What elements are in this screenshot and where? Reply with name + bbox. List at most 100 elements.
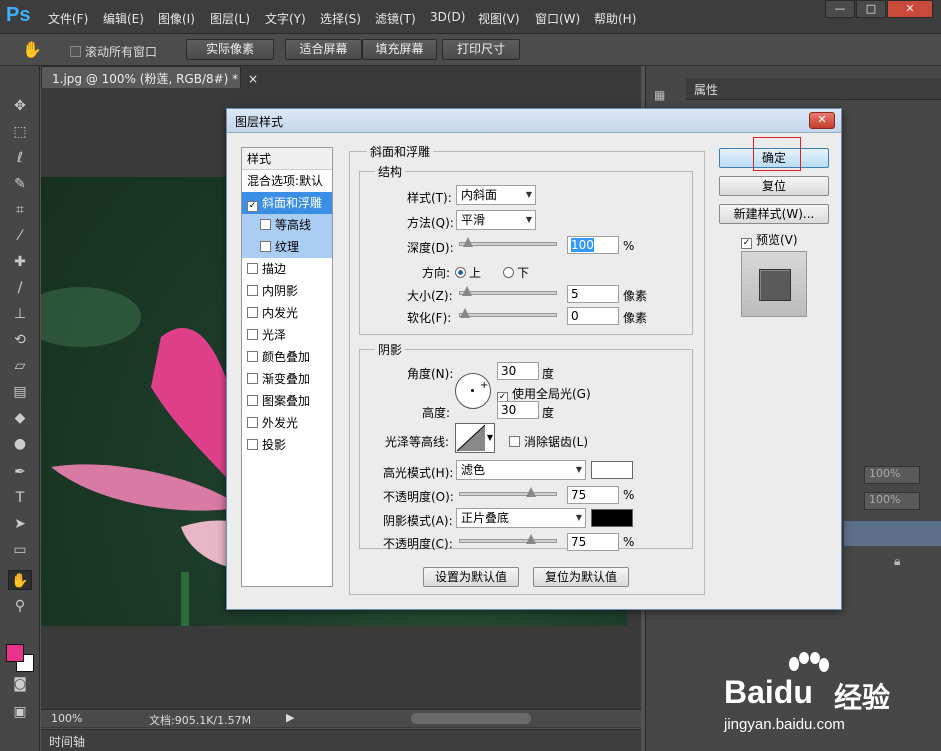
eraser-tool-icon[interactable]: ▱ [8, 356, 32, 376]
pen-tool-icon[interactable]: ✒ [8, 462, 32, 482]
menu-image[interactable]: 图像(I) [158, 10, 195, 27]
highlight-opacity-slider[interactable] [459, 487, 557, 497]
menu-help[interactable]: 帮助(H) [594, 10, 636, 27]
menu-view[interactable]: 视图(V) [478, 10, 520, 27]
zoom-tool-icon[interactable]: ⚲ [8, 596, 32, 616]
horizontal-scrollbar[interactable] [411, 713, 531, 724]
marquee-tool-icon[interactable]: ⬚ [8, 122, 32, 142]
close-window-button[interactable]: ✕ [887, 0, 933, 18]
shadow-opacity-input[interactable]: 75 [567, 533, 619, 551]
timeline-tab[interactable]: 时间轴 [49, 733, 85, 750]
styles-header[interactable]: 样式 [242, 148, 332, 170]
anti-aliased-checkbox[interactable]: 消除锯齿(L) [509, 433, 588, 450]
hand-tool-icon[interactable]: ✋ [22, 40, 42, 59]
menu-3d[interactable]: 3D(D) [430, 10, 465, 24]
restore-button[interactable]: □ [856, 0, 886, 18]
menu-type[interactable]: 文字(Y) [265, 10, 306, 27]
dialog-close-button[interactable]: ✕ [809, 112, 835, 129]
style-item[interactable]: 光泽 [242, 324, 332, 346]
altitude-input[interactable]: 30 [497, 401, 539, 419]
size-slider[interactable] [459, 286, 557, 296]
move-tool-icon[interactable]: ✥ [8, 96, 32, 116]
style-item[interactable]: 纹理 [242, 236, 332, 258]
hand-tool-icon[interactable]: ✋ [8, 570, 32, 590]
document-tab[interactable]: 1.jpg @ 100% (粉莲, RGB/8#) * × [41, 66, 258, 88]
healing-tool-icon[interactable]: ✚ [8, 252, 32, 272]
style-item[interactable]: 内阴影 [242, 280, 332, 302]
soften-slider-thumb[interactable] [460, 308, 470, 318]
technique-select[interactable]: 平滑 [456, 210, 536, 230]
stamp-tool-icon[interactable]: ⊥ [8, 304, 32, 324]
style-item[interactable]: 投影 [242, 434, 332, 456]
preview-checkbox[interactable]: ✓ 预览(V) [741, 231, 798, 249]
minimize-button[interactable]: — [825, 0, 855, 18]
quick-select-tool-icon[interactable]: ✎ [8, 174, 32, 194]
angle-dial[interactable]: + [455, 373, 491, 409]
menu-window[interactable]: 窗口(W) [535, 10, 580, 27]
gloss-contour-picker[interactable]: ▼ [455, 423, 495, 453]
quick-mask-icon[interactable]: ◙ [8, 674, 32, 694]
fit-screen-button[interactable]: 适合屏幕 [285, 39, 362, 60]
size-slider-thumb[interactable] [462, 286, 472, 296]
bevel-style-select[interactable]: 内斜面 [456, 185, 536, 205]
style-item[interactable]: 内发光 [242, 302, 332, 324]
shadow-opacity-thumb[interactable] [526, 534, 536, 544]
close-tab-icon[interactable]: × [248, 72, 258, 86]
size-input[interactable]: 5 [567, 285, 619, 303]
brush-tool-icon[interactable]: / [8, 278, 32, 298]
style-item[interactable]: ✓ 斜面和浮雕 [242, 192, 332, 214]
actual-pixels-button[interactable]: 实际像素 [186, 39, 274, 60]
highlight-mode-select[interactable]: 滤色 [456, 460, 586, 480]
layer-row-selected[interactable] [844, 521, 941, 546]
soften-slider[interactable] [459, 308, 557, 318]
print-size-button[interactable]: 打印尺寸 [442, 39, 520, 60]
style-item[interactable]: 颜色叠加 [242, 346, 332, 368]
menu-edit[interactable]: 编辑(E) [103, 10, 144, 27]
shape-tool-icon[interactable]: ▭ [8, 540, 32, 560]
angle-input[interactable]: 30 [497, 362, 539, 380]
type-tool-icon[interactable]: T [8, 488, 32, 508]
fill-screen-button[interactable]: 填充屏幕 [362, 39, 437, 60]
lasso-tool-icon[interactable]: ℓ [8, 148, 32, 168]
zoom-level[interactable]: 100% [51, 712, 82, 725]
properties-tab[interactable]: 属性 [694, 81, 718, 98]
crop-tool-icon[interactable]: ⌗ [8, 200, 32, 220]
style-item[interactable]: 渐变叠加 [242, 368, 332, 390]
dodge-tool-icon[interactable]: ● [8, 434, 32, 454]
style-item[interactable]: 等高线 [242, 214, 332, 236]
opacity-field[interactable]: 100% [864, 466, 920, 484]
new-style-button[interactable]: 新建样式(W)... [719, 204, 829, 224]
history-panel-icon[interactable]: ▦ [654, 88, 665, 102]
shadow-opacity-slider[interactable] [459, 534, 557, 544]
style-item[interactable]: 图案叠加 [242, 390, 332, 412]
menu-filter[interactable]: 滤镜(T) [375, 10, 416, 27]
depth-input[interactable]: 100 [567, 236, 619, 254]
blend-options-item[interactable]: 混合选项:默认 [242, 170, 332, 192]
highlight-opacity-thumb[interactable] [526, 487, 536, 497]
depth-slider-thumb[interactable] [463, 237, 473, 247]
direction-down-radio[interactable]: 下 [503, 264, 529, 281]
fill-field[interactable]: 100% [864, 492, 920, 510]
make-default-button[interactable]: 设置为默认值 [423, 567, 519, 587]
soften-input[interactable]: 0 [567, 307, 619, 325]
menu-file[interactable]: 文件(F) [48, 10, 88, 27]
style-item[interactable]: 外发光 [242, 412, 332, 434]
path-select-tool-icon[interactable]: ➤ [8, 514, 32, 534]
direction-up-radio[interactable]: 上 [455, 264, 481, 281]
reset-default-button[interactable]: 复位为默认值 [533, 567, 629, 587]
menu-layer[interactable]: 图层(L) [210, 10, 250, 27]
highlight-color-swatch[interactable] [591, 461, 633, 479]
highlight-opacity-input[interactable]: 75 [567, 486, 619, 504]
menu-select[interactable]: 选择(S) [320, 10, 361, 27]
screen-mode-icon[interactable]: ▣ [8, 702, 32, 722]
style-item[interactable]: 描边 [242, 258, 332, 280]
shadow-mode-select[interactable]: 正片叠底 [456, 508, 586, 528]
gradient-tool-icon[interactable]: ▤ [8, 382, 32, 402]
status-menu-arrow-icon[interactable]: ▶ [286, 711, 294, 724]
scroll-all-windows-checkbox[interactable]: 滚动所有窗口 [70, 43, 157, 60]
shadow-color-swatch[interactable] [591, 509, 633, 527]
cancel-reset-button[interactable]: 复位 [719, 176, 829, 196]
blur-tool-icon[interactable]: ◆ [8, 408, 32, 428]
foreground-color-swatch[interactable] [6, 644, 24, 662]
history-brush-tool-icon[interactable]: ⟲ [8, 330, 32, 350]
